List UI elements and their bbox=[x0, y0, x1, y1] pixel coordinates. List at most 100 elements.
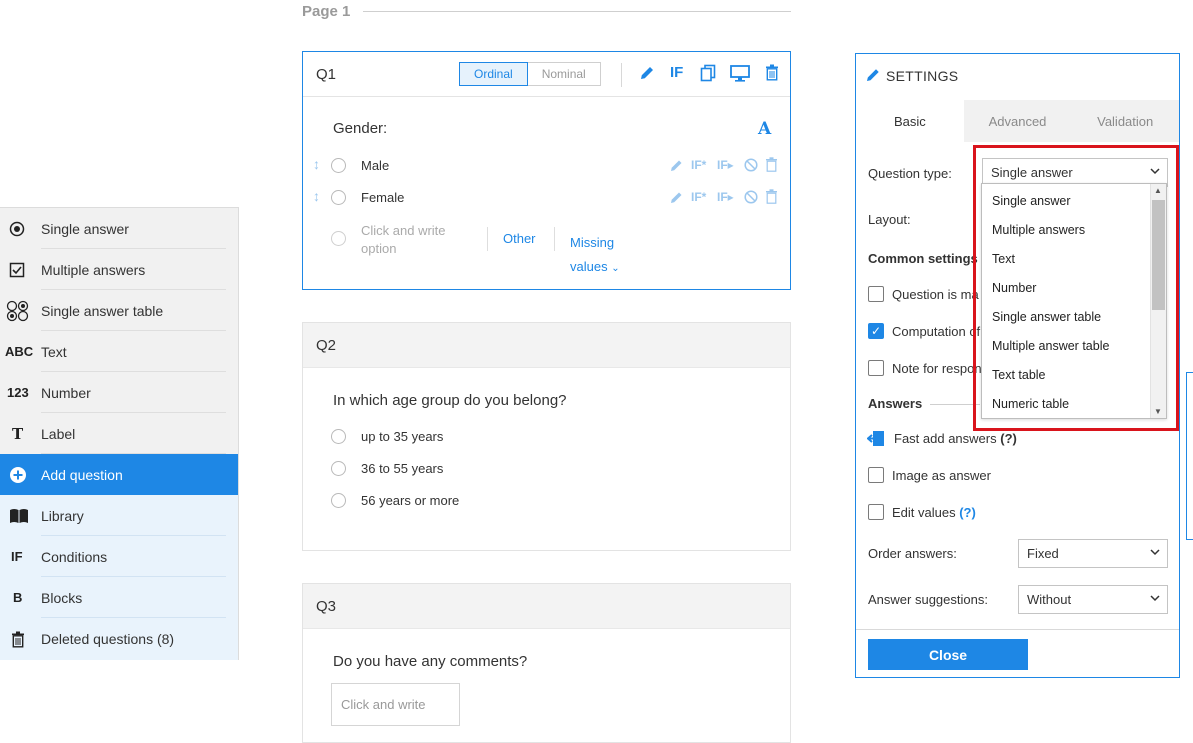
sidebar-item-label: Number bbox=[41, 384, 91, 401]
settings-title: SETTINGS bbox=[886, 68, 959, 84]
fast-add-answers-link[interactable]: Fast add answers (?) bbox=[894, 431, 1017, 446]
question-text[interactable]: Gender: bbox=[333, 120, 387, 137]
option-item[interactable]: 56 years or more bbox=[361, 493, 459, 508]
scale-toggle[interactable]: Ordinal Nominal bbox=[459, 62, 601, 86]
placeholder-line-2: option bbox=[361, 241, 397, 256]
new-option-placeholder[interactable]: Click and write option bbox=[361, 222, 446, 258]
sidebar-item-label: Conditions bbox=[41, 548, 108, 565]
option-female[interactable]: Female bbox=[361, 190, 404, 205]
sidebar-item-label: Single answer bbox=[41, 220, 129, 237]
copy-icon[interactable] bbox=[700, 64, 716, 85]
toggle-ordinal[interactable]: Ordinal bbox=[459, 62, 528, 86]
toggle-nominal[interactable]: Nominal bbox=[528, 63, 600, 85]
checkbox-note[interactable] bbox=[868, 360, 884, 376]
order-answers-label: Order answers: bbox=[868, 546, 957, 561]
placeholder-line-1: Click and write bbox=[361, 223, 446, 238]
toolbar-divider bbox=[621, 63, 622, 87]
checkbox-computation[interactable]: ✓ bbox=[868, 323, 884, 339]
settings-header: SETTINGS bbox=[856, 54, 1179, 98]
sidebar-item-multiple-answers[interactable]: Multiple answers bbox=[0, 249, 238, 290]
sidebar-item-text[interactable]: ABC Text bbox=[0, 331, 238, 372]
edit-values-text: Edit values bbox=[892, 505, 956, 520]
chevron-down-icon bbox=[1150, 547, 1160, 559]
option-radio bbox=[331, 158, 346, 173]
option-radio bbox=[331, 190, 346, 205]
option-edit-icon[interactable] bbox=[669, 190, 684, 208]
comment-textarea[interactable]: Click and write bbox=[331, 683, 460, 726]
conditions-if-button[interactable]: IF bbox=[670, 64, 683, 81]
sidebar-item-single-answer-table[interactable]: Single answer table bbox=[0, 290, 238, 331]
option-exclude-icon[interactable] bbox=[744, 190, 758, 207]
sidebar-item-conditions[interactable]: IF Conditions bbox=[0, 536, 238, 577]
row-divider bbox=[487, 227, 488, 251]
answer-suggestions-label: Answer suggestions: bbox=[868, 592, 988, 607]
option-radio bbox=[331, 493, 346, 508]
page-divider bbox=[363, 11, 791, 12]
option-item[interactable]: 36 to 55 years bbox=[361, 461, 443, 476]
image-as-answer-label: Image as answer bbox=[892, 468, 991, 483]
tab-validation[interactable]: Validation bbox=[1071, 100, 1179, 142]
option-jump-if-icon[interactable]: IF▸ bbox=[717, 158, 734, 172]
sidebar-item-library[interactable]: Library bbox=[0, 495, 238, 536]
close-button[interactable]: Close bbox=[868, 639, 1028, 670]
radio-icon bbox=[0, 221, 41, 237]
option-radio bbox=[331, 429, 346, 444]
sidebar-item-add-question[interactable]: Add question bbox=[0, 454, 238, 495]
option-jump-if-icon[interactable]: IF▸ bbox=[717, 190, 734, 204]
tab-advanced[interactable]: Advanced bbox=[964, 100, 1072, 142]
settings-tabs: Basic Advanced Validation bbox=[856, 100, 1179, 142]
option-radio bbox=[331, 461, 346, 476]
preview-monitor-icon[interactable] bbox=[730, 65, 750, 85]
drag-handle-icon[interactable]: ↕ bbox=[313, 188, 320, 204]
option-delete-icon[interactable] bbox=[765, 157, 778, 175]
checkbox-mandatory[interactable] bbox=[868, 286, 884, 302]
chevron-down-icon: ⌄ bbox=[611, 263, 620, 274]
order-answers-value: Fixed bbox=[1027, 546, 1059, 561]
sidebar-item-blocks[interactable]: B Blocks bbox=[0, 577, 238, 618]
sidebar-item-label: Label bbox=[41, 425, 76, 442]
fast-add-icon bbox=[866, 430, 885, 450]
option-condition-if-star[interactable]: IF* bbox=[691, 190, 706, 204]
option-exclude-icon[interactable] bbox=[744, 158, 758, 175]
sidebar-item-single-answer[interactable]: Single answer bbox=[0, 208, 238, 249]
answer-suggestions-select[interactable]: Without bbox=[1018, 585, 1168, 614]
edit-values-label: Edit values (?) bbox=[892, 505, 976, 520]
option-male[interactable]: Male bbox=[361, 158, 389, 173]
sidebar-item-label: Single answer table bbox=[41, 302, 164, 319]
order-answers-select[interactable]: Fixed bbox=[1018, 539, 1168, 568]
missing-line-1: Missing bbox=[570, 235, 615, 250]
checkbox-image-as-answer[interactable] bbox=[868, 467, 884, 483]
question-text[interactable]: In which age group do you belong? bbox=[333, 392, 567, 409]
delete-icon[interactable] bbox=[765, 64, 779, 84]
checkbox-edit-values[interactable] bbox=[868, 504, 884, 520]
checkbox-icon bbox=[0, 262, 41, 278]
sidebar-item-deleted-questions[interactable]: Deleted questions (8) bbox=[0, 618, 238, 660]
option-delete-icon[interactable] bbox=[765, 189, 778, 207]
sidebar-item-label: Multiple answers bbox=[41, 261, 146, 278]
tab-basic[interactable]: Basic bbox=[856, 100, 964, 142]
question-id: Q1 bbox=[316, 65, 337, 83]
checkbox-mandatory-label: Question is ma bbox=[892, 287, 979, 302]
chevron-down-icon bbox=[1150, 593, 1160, 605]
question-card-q3[interactable]: Q3 Do you have any comments? Click and w… bbox=[302, 583, 791, 743]
option-item[interactable]: up to 35 years bbox=[361, 429, 443, 444]
question-type-label: Question type: bbox=[868, 166, 952, 181]
common-settings-heading: Common settings bbox=[868, 251, 978, 266]
question-text[interactable]: Do you have any comments? bbox=[333, 653, 527, 670]
sidebar-item-label: Blocks bbox=[41, 589, 83, 606]
option-edit-icon[interactable] bbox=[669, 158, 684, 176]
sidebar-item-label-type[interactable]: T Label bbox=[0, 413, 238, 454]
question-card-q1[interactable]: Q1 Ordinal Nominal IF Gender: A ↕ Male I… bbox=[302, 51, 791, 290]
question-card-q2[interactable]: Q2 In which age group do you belong? up … bbox=[302, 322, 791, 551]
sidebar-item-number[interactable]: 123 Number bbox=[0, 372, 238, 413]
add-other-link[interactable]: Other bbox=[503, 231, 536, 246]
help-link[interactable]: (?) bbox=[959, 505, 976, 520]
font-format-icon[interactable]: A bbox=[758, 119, 771, 139]
edit-icon[interactable] bbox=[638, 64, 656, 85]
drag-handle-icon[interactable]: ↕ bbox=[313, 156, 320, 172]
missing-values-link[interactable]: Missing values ⌄ bbox=[570, 231, 620, 281]
book-icon bbox=[0, 508, 41, 524]
fast-add-label: Fast add answers bbox=[894, 431, 997, 446]
option-condition-if-star[interactable]: IF* bbox=[691, 158, 706, 172]
help-link[interactable]: (?) bbox=[1000, 431, 1017, 446]
